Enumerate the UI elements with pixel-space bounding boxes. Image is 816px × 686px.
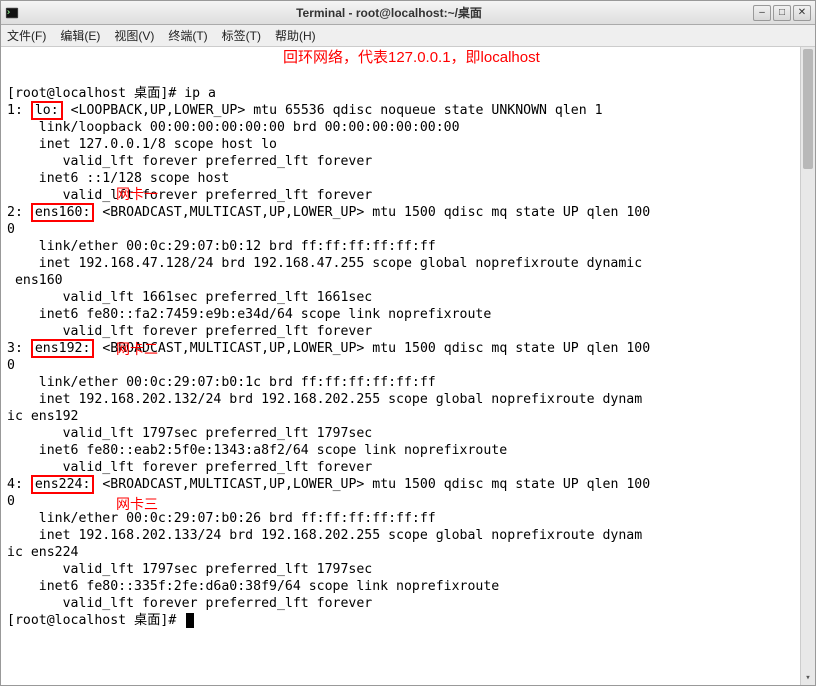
- iface-lo-label: lo:: [35, 103, 59, 118]
- minimize-button[interactable]: ‒: [753, 5, 771, 21]
- ens224-valid6: valid_lft forever preferred_lft forever: [7, 596, 372, 611]
- ens160-rest2: 0: [7, 222, 15, 237]
- lo-link: link/loopback 00:00:00:00:00:00 brd 00:0…: [7, 120, 460, 135]
- annotation-loopback: 回环网络，代表127.0.0.1，即localhost: [283, 49, 540, 66]
- ens224-inet6: inet6 fe80::335f:2fe:d6a0:38f9/64 scope …: [7, 579, 507, 594]
- iface-lo-box: lo:: [31, 101, 63, 120]
- ens192-link: link/ether 00:0c:29:07:b0:1c brd ff:ff:f…: [7, 375, 436, 390]
- iface-ens224-label: ens224:: [35, 477, 91, 492]
- lo-valid: valid_lft forever preferred_lft forever: [7, 154, 372, 169]
- ens160-valid6: valid_lft forever preferred_lft forever: [7, 324, 372, 339]
- iface-ens224-box: ens224:: [31, 475, 95, 494]
- maximize-button[interactable]: □: [773, 5, 791, 21]
- lo-valid6: valid_lft forever preferred_lft forever: [7, 188, 372, 203]
- ens192-inet2: ic ens192: [7, 409, 78, 424]
- annotation-nic2: 网卡二: [116, 341, 158, 358]
- ens160-inet1: inet 192.168.47.128/24 brd 192.168.47.25…: [7, 256, 642, 271]
- scrollbar-down-icon[interactable]: ▾: [801, 671, 815, 685]
- lo-inet6: inet6 ::1/128 scope host: [7, 171, 237, 186]
- cursor: [186, 613, 194, 628]
- annotation-nic3: 网卡三: [116, 496, 158, 513]
- iface-ens160-label: ens160:: [35, 205, 91, 220]
- window-title: Terminal - root@localhost:~/桌面: [25, 4, 753, 21]
- menu-terminal[interactable]: 终端(T): [168, 27, 207, 44]
- iface-ens192-box: ens192:: [31, 339, 95, 358]
- ens192-valid: valid_lft 1797sec preferred_lft 1797sec: [7, 426, 372, 441]
- prompt: [root@localhost 桌面]#: [7, 86, 184, 101]
- ens160-rest1: <BROADCAST,MULTICAST,UP,LOWER_UP> mtu 15…: [94, 205, 650, 220]
- menu-file[interactable]: 文件(F): [7, 27, 46, 44]
- iface-ens160-box: ens160:: [31, 203, 95, 222]
- terminal-icon: [5, 6, 19, 20]
- terminal-area[interactable]: [root@localhost 桌面]# ip a 1: lo: <LOOPBA…: [1, 47, 815, 685]
- menu-tabs[interactable]: 标签(T): [222, 27, 261, 44]
- ens224-inet2: ic ens224: [7, 545, 78, 560]
- ens192-rest1: <BROADCAST,MULTICAST,UP,LOWER_UP> mtu 15…: [102, 341, 650, 356]
- ens160-valid: valid_lft 1661sec preferred_lft 1661sec: [7, 290, 372, 305]
- menubar: 文件(F) 编辑(E) 视图(V) 终端(T) 标签(T) 帮助(H): [1, 25, 815, 47]
- prompt-last: [root@localhost 桌面]#: [7, 613, 184, 628]
- scrollbar[interactable]: ▾: [800, 47, 815, 685]
- ens160-inet2: ens160: [7, 273, 63, 288]
- ens192-inet1: inet 192.168.202.132/24 brd 192.168.202.…: [7, 392, 642, 407]
- titlebar: Terminal - root@localhost:~/桌面 ‒ □ ✕: [1, 1, 815, 25]
- ens224-link: link/ether 00:0c:29:07:b0:26 brd ff:ff:f…: [7, 511, 436, 526]
- scrollbar-thumb[interactable]: [803, 49, 813, 169]
- lo-inet: inet 127.0.0.1/8 scope host lo: [7, 137, 277, 152]
- ens160-link: link/ether 00:0c:29:07:b0:12 brd ff:ff:f…: [7, 239, 436, 254]
- iface-lo-rest: <LOOPBACK,UP,LOWER_UP> mtu 65536 qdisc n…: [63, 103, 603, 118]
- ens192-rest2: 0: [7, 358, 15, 373]
- menu-help[interactable]: 帮助(H): [275, 27, 316, 44]
- command: ip a: [184, 86, 216, 101]
- window-controls: ‒ □ ✕: [753, 5, 811, 21]
- menu-view[interactable]: 视图(V): [114, 27, 154, 44]
- ens224-valid: valid_lft 1797sec preferred_lft 1797sec: [7, 562, 372, 577]
- ens224-rest1: <BROADCAST,MULTICAST,UP,LOWER_UP> mtu 15…: [94, 477, 650, 492]
- ens192-inet6: inet6 fe80::eab2:5f0e:1343:a8f2/64 scope…: [7, 443, 515, 458]
- iface-ens192-label: ens192:: [35, 341, 91, 356]
- menu-edit[interactable]: 编辑(E): [60, 27, 100, 44]
- ens160-inet6: inet6 fe80::fa2:7459:e9b:e34d/64 scope l…: [7, 307, 499, 322]
- close-button[interactable]: ✕: [793, 5, 811, 21]
- ens192-valid6: valid_lft forever preferred_lft forever: [7, 460, 372, 475]
- ens224-rest2: 0: [7, 494, 15, 509]
- ens224-inet1: inet 192.168.202.133/24 brd 192.168.202.…: [7, 528, 642, 543]
- annotation-nic1: 网卡一: [116, 186, 158, 203]
